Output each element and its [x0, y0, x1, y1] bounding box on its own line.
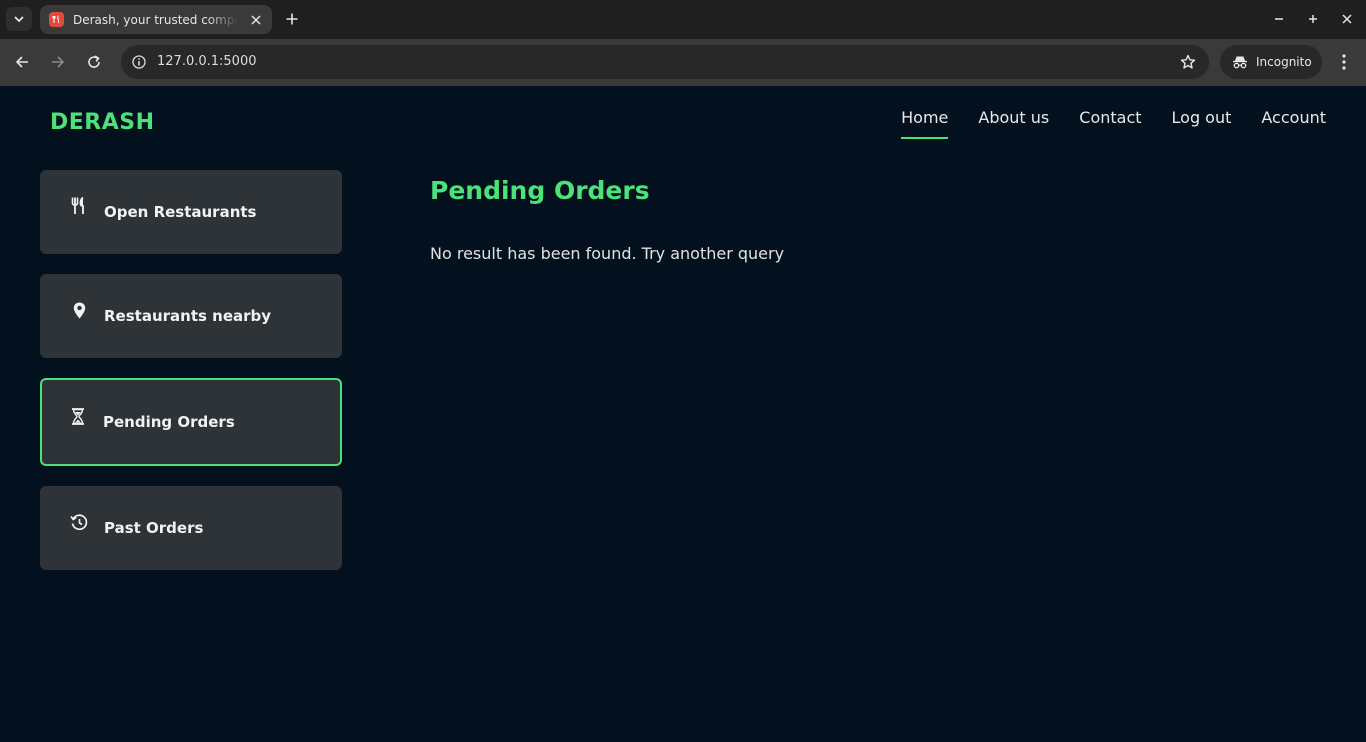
hourglass-icon [69, 407, 87, 425]
bookmark-star-icon[interactable] [1179, 53, 1197, 71]
history-icon [70, 513, 88, 531]
close-window-button[interactable] [1339, 11, 1355, 27]
derash-favicon-icon [49, 12, 64, 27]
incognito-indicator[interactable]: Incognito [1220, 45, 1322, 79]
nav-contact[interactable]: Contact [1079, 108, 1141, 139]
top-navigation: Home About us Contact Log out Account [901, 108, 1326, 139]
sidebar-item-restaurants-nearby[interactable]: Restaurants nearby [40, 274, 342, 358]
arrow-left-icon [15, 56, 28, 68]
address-bar[interactable]: 127.0.0.1:5000 [121, 45, 1209, 79]
chevron-down-icon [14, 16, 24, 23]
sidebar-item-label: Past Orders [104, 519, 204, 537]
sidebar-item-open-restaurants[interactable]: Open Restaurants [40, 170, 342, 254]
sidebar-item-past-orders[interactable]: Past Orders [40, 486, 342, 570]
nav-account[interactable]: Account [1261, 108, 1326, 139]
reload-button[interactable] [83, 51, 105, 73]
incognito-label: Incognito [1256, 55, 1312, 69]
back-button[interactable] [11, 51, 33, 73]
sidebar-item-pending-orders[interactable]: Pending Orders [40, 378, 342, 466]
arrow-right-icon [52, 56, 65, 68]
sidebar-item-label: Restaurants nearby [104, 307, 272, 325]
plus-icon [286, 13, 298, 25]
sidebar: Open Restaurants Restaurants nearby Pend… [40, 170, 342, 590]
sidebar-item-label: Open Restaurants [104, 203, 257, 221]
browser-tab[interactable]: Derash, your trusted companion [40, 5, 272, 34]
more-vertical-icon [1342, 54, 1346, 70]
browser-menu-button[interactable] [1334, 51, 1354, 73]
brand-logo[interactable]: DERASH [50, 110, 155, 135]
new-tab-button[interactable] [282, 9, 302, 29]
nav-home[interactable]: Home [901, 108, 949, 139]
tab-search-button[interactable] [6, 7, 32, 31]
forward-button[interactable] [47, 51, 69, 73]
utensils-icon [70, 197, 88, 215]
browser-tab-bar: Derash, your trusted companion [0, 0, 1366, 39]
map-pin-icon [70, 301, 88, 319]
minimize-window-button[interactable] [1271, 11, 1287, 27]
maximize-window-button[interactable] [1305, 11, 1321, 27]
site-info-icon[interactable] [129, 52, 149, 72]
nav-log-out[interactable]: Log out [1172, 108, 1232, 139]
tab-close-icon[interactable] [248, 12, 263, 27]
tab-title: Derash, your trusted companion [73, 12, 239, 27]
close-icon [1342, 14, 1352, 24]
page: DERASH Home About us Contact Log out Acc… [0, 86, 1366, 742]
maximize-icon [1309, 15, 1317, 23]
empty-result-message: No result has been found. Try another qu… [430, 244, 785, 263]
reload-icon [88, 55, 100, 68]
sidebar-item-label: Pending Orders [103, 413, 235, 431]
address-url[interactable]: 127.0.0.1:5000 [157, 54, 257, 69]
incognito-icon [1233, 56, 1247, 69]
browser-toolbar: 127.0.0.1:5000 Incognito [0, 39, 1366, 86]
page-title: Pending Orders [430, 176, 650, 205]
minimize-icon [1275, 18, 1283, 20]
nav-about-us[interactable]: About us [978, 108, 1049, 139]
